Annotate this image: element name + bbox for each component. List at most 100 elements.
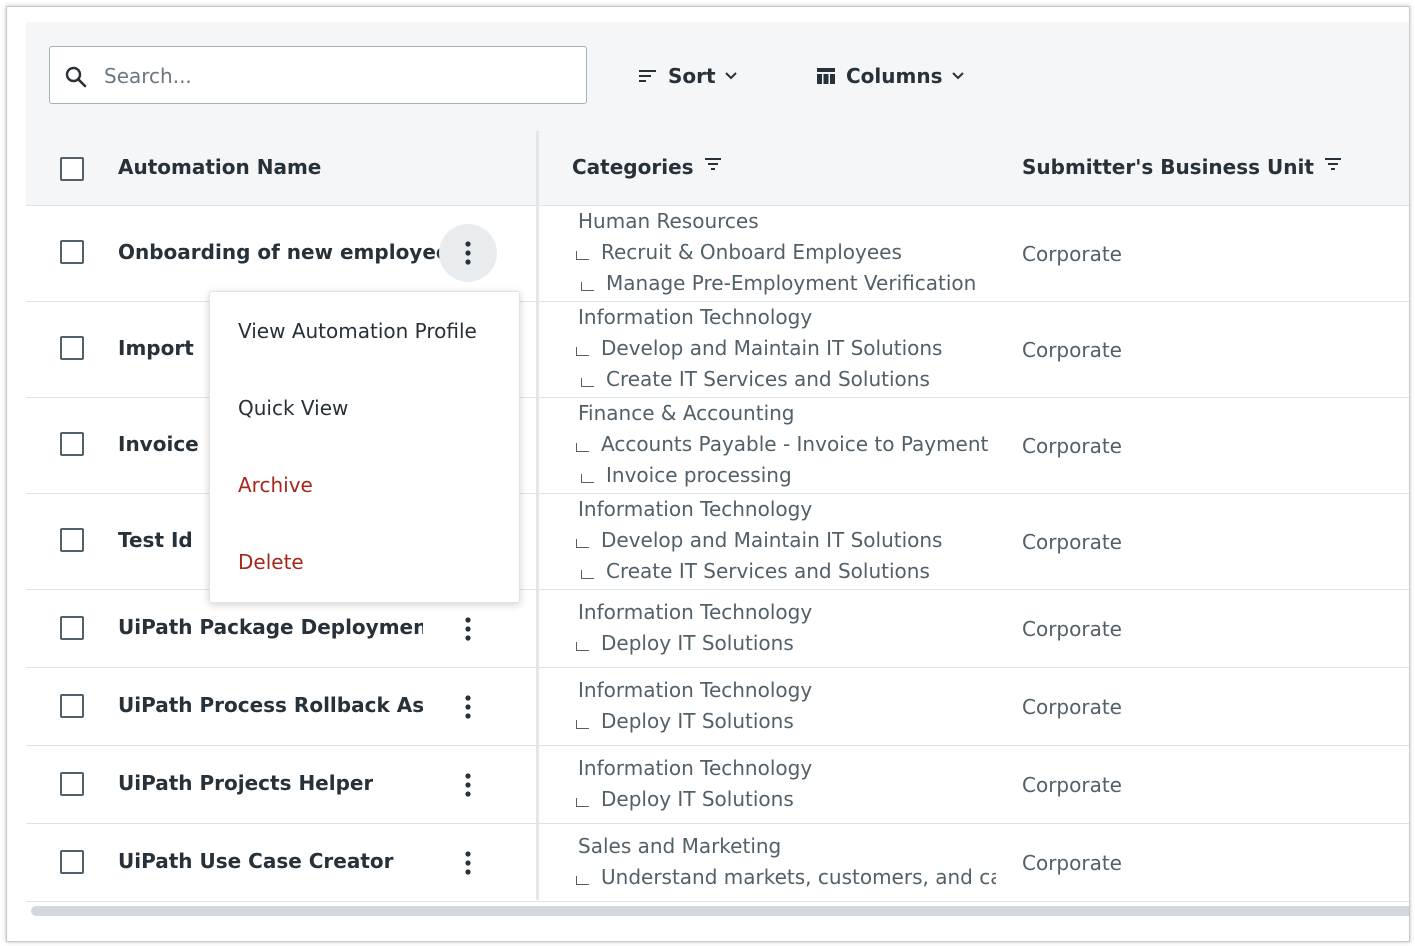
tree-branch-icon [576, 876, 589, 885]
row-checkbox[interactable] [60, 432, 84, 456]
menu-item-view-automation-profile[interactable]: View Automation Profile [238, 319, 477, 343]
columns-button[interactable]: Columns [816, 60, 965, 92]
business-unit-cell: Corporate [1022, 851, 1122, 875]
automation-name[interactable]: Test Id [118, 528, 193, 552]
business-unit-cell: Corporate [1022, 434, 1122, 458]
category-level-3: Invoice processing [606, 463, 792, 487]
business-unit-cell: Corporate [1022, 695, 1122, 719]
column-header-label: Automation Name [118, 155, 322, 179]
automation-name[interactable]: UiPath Package Deploymen... [118, 615, 423, 639]
table-row[interactable]: UiPath Projects Helper Information Techn… [26, 746, 1409, 824]
category-level-2: Develop and Maintain IT Solutions [601, 336, 943, 360]
frozen-column-divider [536, 131, 539, 900]
sort-label: Sort [668, 64, 716, 88]
search-input[interactable] [102, 60, 576, 92]
more-actions-icon[interactable] [439, 224, 497, 282]
category-cell: Information Technology Deploy IT Solutio… [576, 597, 996, 659]
category-level-1: Human Resources [578, 209, 759, 233]
row-checkbox[interactable] [60, 772, 84, 796]
sort-button[interactable]: Sort [638, 60, 738, 92]
chevron-down-icon [724, 72, 737, 80]
row-actions-menu: View Automation Profile Quick View Archi… [209, 291, 520, 603]
filter-icon[interactable] [1324, 157, 1342, 171]
column-header-label: Categories [572, 155, 694, 179]
column-header-categories[interactable]: Categories [572, 155, 722, 179]
automation-name[interactable]: UiPath Process Rollback Ass... [118, 693, 423, 717]
business-unit-cell: Corporate [1022, 617, 1122, 641]
business-unit-cell: Corporate [1022, 530, 1122, 554]
column-header-label: Submitter's Business Unit [1022, 155, 1314, 179]
more-actions-icon[interactable] [439, 600, 497, 658]
row-checkbox[interactable] [60, 616, 84, 640]
sort-icon [639, 70, 656, 82]
more-actions-icon[interactable] [439, 756, 497, 814]
business-unit-cell: Corporate [1022, 338, 1122, 362]
columns-label: Columns [846, 64, 943, 88]
table-row[interactable]: UiPath Process Rollback Ass... Informati… [26, 668, 1409, 746]
tree-branch-icon [576, 443, 589, 452]
search-box[interactable] [49, 46, 587, 104]
automation-name[interactable]: UiPath Projects Helper [118, 771, 373, 795]
tree-branch-icon [576, 539, 589, 548]
category-level-1: Information Technology [578, 305, 813, 329]
row-checkbox[interactable] [60, 240, 84, 264]
category-level-3: Create IT Services and Solutions [606, 559, 930, 583]
tree-branch-icon [581, 474, 594, 483]
category-level-1: Information Technology [578, 678, 813, 702]
category-level-1: Information Technology [578, 600, 813, 624]
row-checkbox[interactable] [60, 694, 84, 718]
tree-branch-icon [576, 251, 589, 260]
category-level-3: Create IT Services and Solutions [606, 367, 930, 391]
tree-branch-icon [576, 347, 589, 356]
business-unit-cell: Corporate [1022, 773, 1122, 797]
automation-name[interactable]: Onboarding of new employee [118, 240, 449, 264]
filter-icon[interactable] [704, 157, 722, 171]
more-actions-icon[interactable] [439, 678, 497, 736]
tree-branch-icon [581, 282, 594, 291]
menu-item-delete[interactable]: Delete [238, 550, 304, 574]
category-cell: Information Technology Deploy IT Solutio… [576, 753, 996, 815]
column-header-business-unit[interactable]: Submitter's Business Unit [1022, 155, 1342, 179]
select-all-checkbox[interactable] [60, 157, 84, 181]
more-actions-icon[interactable] [439, 834, 497, 892]
category-level-2: Deploy IT Solutions [601, 787, 794, 811]
menu-item-quick-view[interactable]: Quick View [238, 396, 348, 420]
search-icon [65, 66, 87, 88]
tree-branch-icon [581, 570, 594, 579]
tree-branch-icon [581, 378, 594, 387]
horizontal-scrollbar[interactable] [31, 906, 1409, 916]
row-checkbox[interactable] [60, 528, 84, 552]
automation-name[interactable]: Invoice [118, 432, 199, 456]
table-row[interactable]: UiPath Use Case Creator Sales and Market… [26, 824, 1409, 902]
category-cell: Information Technology Develop and Maint… [576, 494, 996, 587]
automation-name[interactable]: UiPath Use Case Creator [118, 849, 394, 873]
category-level-2: Deploy IT Solutions [601, 631, 794, 655]
app-window: Sort Columns Automation Name Categories … [6, 6, 1410, 942]
column-header-automation-name[interactable]: Automation Name [118, 155, 321, 179]
tree-branch-icon [576, 798, 589, 807]
columns-icon [817, 68, 835, 84]
category-level-1: Information Technology [578, 756, 813, 780]
automation-table-panel: Sort Columns Automation Name Categories … [26, 22, 1409, 912]
category-level-1: Sales and Marketing [578, 834, 782, 858]
table-row[interactable]: Onboarding of new employee Human Resourc… [26, 206, 1409, 302]
menu-item-archive[interactable]: Archive [238, 473, 313, 497]
table-header: Automation Name Categories Submitter's B… [26, 131, 1409, 206]
row-checkbox[interactable] [60, 336, 84, 360]
category-level-1: Information Technology [578, 497, 813, 521]
category-cell: Human Resources Recruit & Onboard Employ… [576, 206, 996, 299]
business-unit-cell: Corporate [1022, 242, 1122, 266]
automation-name[interactable]: Import [118, 336, 194, 360]
category-cell: Finance & Accounting Accounts Payable - … [576, 398, 996, 491]
category-cell: Information Technology Deploy IT Solutio… [576, 675, 996, 737]
category-cell: Information Technology Develop and Maint… [576, 302, 996, 395]
row-checkbox[interactable] [60, 850, 84, 874]
category-level-2: Recruit & Onboard Employees [601, 240, 902, 264]
category-level-3: Manage Pre-Employment Verification [606, 271, 977, 295]
category-level-2: Develop and Maintain IT Solutions [601, 528, 943, 552]
tree-branch-icon [576, 720, 589, 729]
category-level-2: Accounts Payable - Invoice to Payment [601, 432, 989, 456]
chevron-down-icon [951, 72, 964, 80]
table-toolbar: Sort Columns [26, 22, 1409, 132]
category-level-2: Deploy IT Solutions [601, 709, 794, 733]
